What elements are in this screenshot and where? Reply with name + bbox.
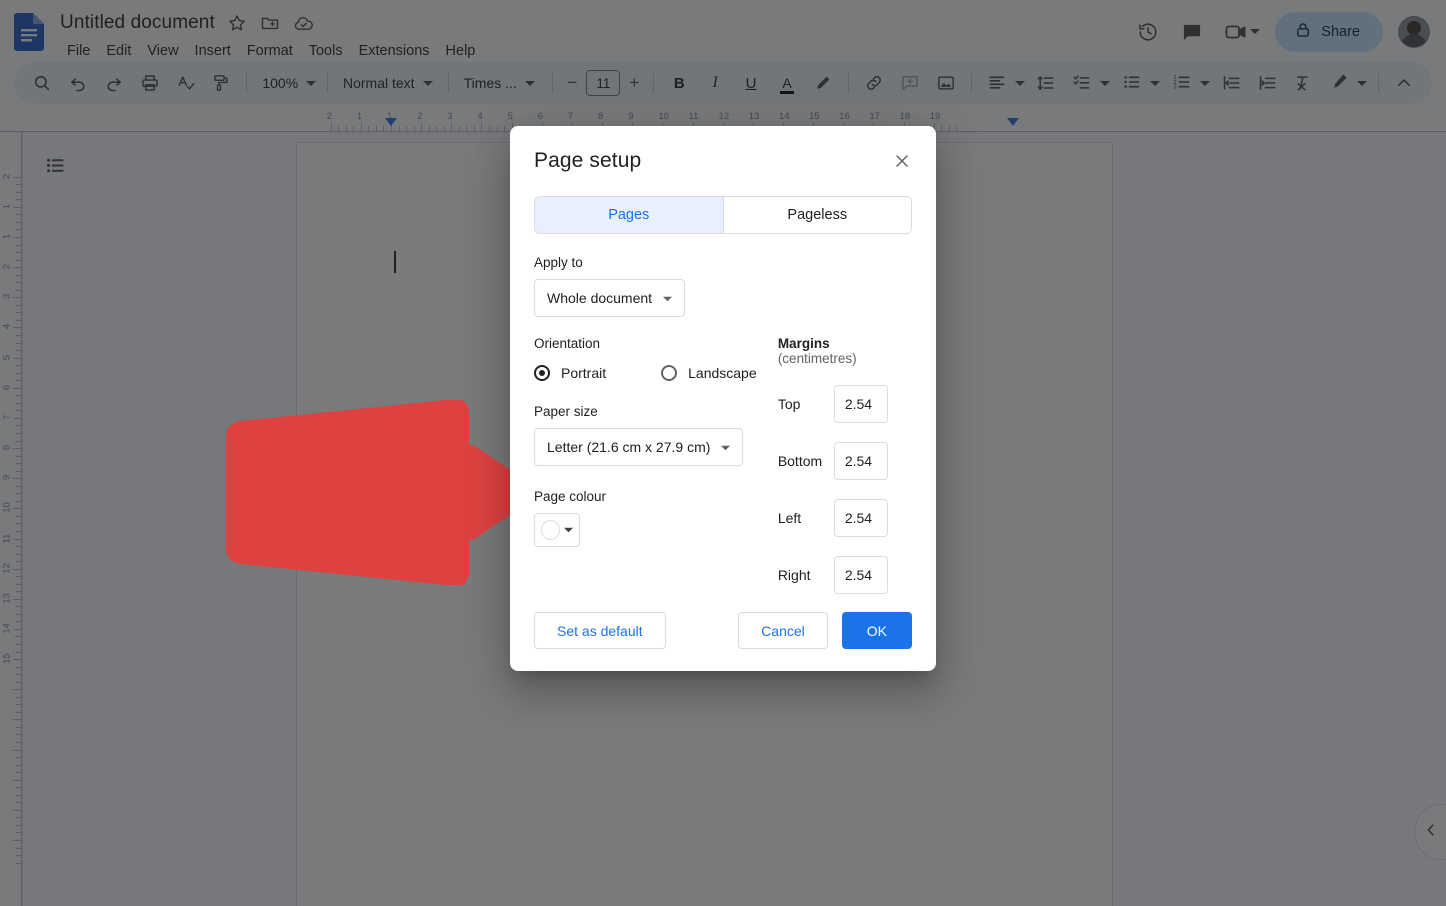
dialog-columns: Orientation Portrait Landscape Paper siz… <box>534 336 912 594</box>
radio-landscape-label: Landscape <box>688 365 757 381</box>
margin-row-right: Right <box>778 556 912 594</box>
caret-down-icon <box>564 521 573 539</box>
radio-portrait[interactable] <box>534 365 550 381</box>
primary-actions: Cancel OK <box>738 612 912 649</box>
paper-size-value: Letter (21.6 cm x 27.9 cm) <box>547 439 710 455</box>
page-mode-tabs: Pages Pageless <box>534 196 912 234</box>
apply-to-label: Apply to <box>534 255 912 270</box>
radio-landscape[interactable] <box>661 365 677 381</box>
margin-row-bottom: Bottom <box>778 442 912 480</box>
margin-row-top: Top <box>778 385 912 423</box>
page-colour-label: Page colour <box>534 489 772 504</box>
page-colour-swatch[interactable] <box>534 513 580 547</box>
paper-size-label: Paper size <box>534 404 772 419</box>
cancel-button[interactable]: Cancel <box>738 612 828 649</box>
margins-heading-bold: Margins <box>778 336 830 351</box>
dialog-actions: Set as default Cancel OK <box>534 612 912 649</box>
margin-left-label: Left <box>778 510 834 526</box>
margin-left-input[interactable] <box>834 499 888 537</box>
ok-button[interactable]: OK <box>842 612 912 649</box>
margin-bottom-input[interactable] <box>834 442 888 480</box>
radio-portrait-label: Portrait <box>561 365 606 381</box>
margins-heading: Margins (centimetres) <box>778 336 912 366</box>
paper-size-select[interactable]: Letter (21.6 cm x 27.9 cm) <box>534 428 743 466</box>
apply-to-select[interactable]: Whole document <box>534 279 685 317</box>
close-icon[interactable] <box>888 147 916 175</box>
margin-bottom-label: Bottom <box>778 453 834 469</box>
docs-app-window: Untitled document <box>0 0 1446 906</box>
margin-right-input[interactable] <box>834 556 888 594</box>
margin-top-label: Top <box>778 396 834 412</box>
margin-right-label: Right <box>778 567 834 583</box>
orientation-label: Orientation <box>534 336 772 351</box>
orientation-radio-group: Portrait Landscape <box>534 365 772 381</box>
margins-column: Margins (centimetres) Top Bottom Left Ri… <box>772 336 912 594</box>
caret-down-icon <box>663 290 672 306</box>
caret-down-icon <box>721 439 730 455</box>
tab-pageless[interactable]: Pageless <box>724 197 912 233</box>
left-options-column: Orientation Portrait Landscape Paper siz… <box>534 336 772 594</box>
margin-row-left: Left <box>778 499 912 537</box>
apply-to-value: Whole document <box>547 290 652 306</box>
set-as-default-button[interactable]: Set as default <box>534 612 666 649</box>
margin-top-input[interactable] <box>834 385 888 423</box>
page-colour-circle <box>541 520 560 540</box>
dialog-header: Page setup <box>534 148 912 175</box>
dialog-title: Page setup <box>534 148 641 174</box>
tab-pages[interactable]: Pages <box>535 197 723 233</box>
margins-heading-units: (centimetres) <box>778 351 857 366</box>
annotation-arrow <box>225 400 530 585</box>
page-setup-dialog: Page setup Pages Pageless Apply to Whole… <box>510 126 936 671</box>
